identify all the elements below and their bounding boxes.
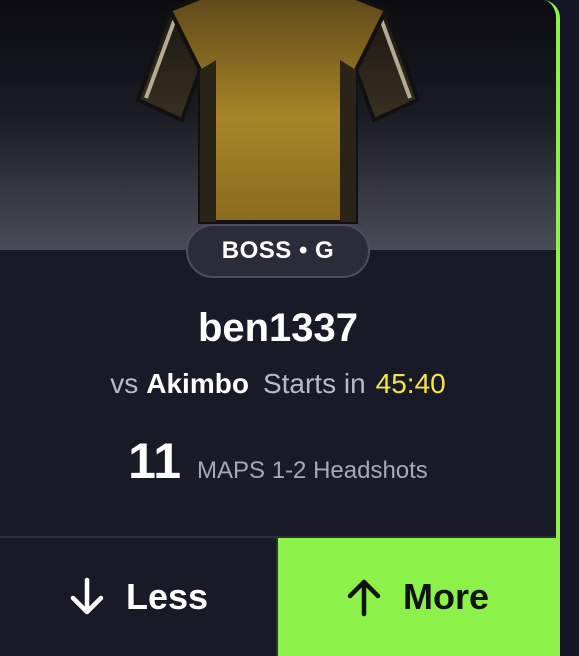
projection-line: 11 MAPS 1-2 Headshots (0, 432, 556, 490)
more-button[interactable]: More (278, 538, 556, 656)
line-value: 11 (128, 433, 182, 489)
countdown-timer: 45:40 (375, 368, 446, 399)
projection-card: BOSS • G ben1337 vs Akimbo Starts in 45:… (0, 0, 560, 656)
arrow-up-icon (347, 579, 381, 617)
vs-prefix: vs (110, 368, 139, 399)
opponent-name: Akimbo (146, 368, 249, 399)
less-button[interactable]: Less (0, 538, 276, 656)
less-label: Less (125, 576, 209, 617)
player-badge: BOSS • G (186, 224, 370, 278)
jersey-icon (135, 0, 421, 224)
more-label: More (402, 576, 489, 617)
stat-label: MAPS 1-2 Headshots (197, 457, 428, 484)
arrow-down-icon (70, 577, 104, 615)
player-name: ben1337 (197, 306, 359, 350)
matchup-info: vs Akimbo Starts in 45:40 (0, 368, 556, 400)
starts-label: Starts in (262, 368, 366, 399)
player-hero (0, 0, 556, 250)
